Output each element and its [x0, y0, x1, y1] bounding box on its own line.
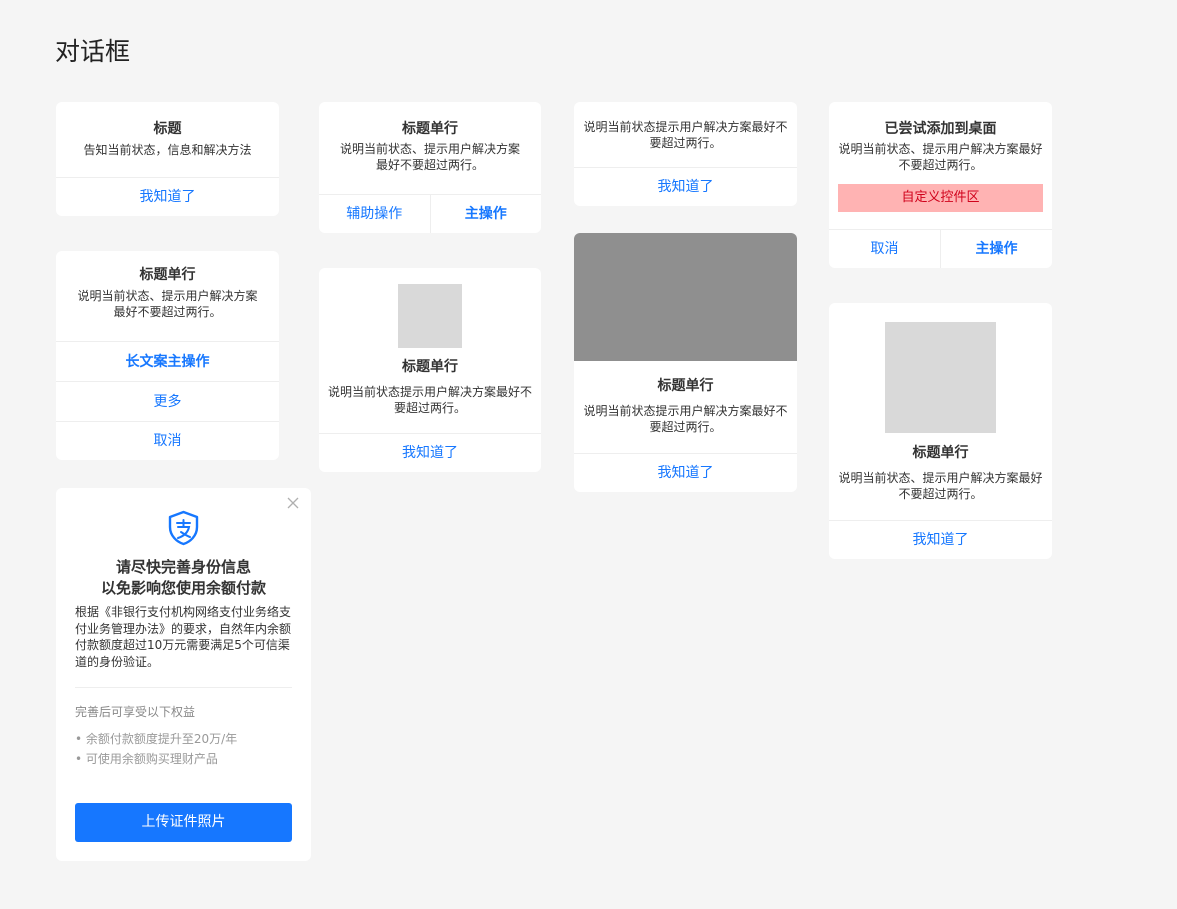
benefit-item: • 可使用余额购买理财产品	[75, 751, 218, 767]
dialog-title-line: 以免影响您使用余额付款	[100, 579, 266, 597]
dialog-description-line: 要超过两行。	[649, 420, 722, 434]
close-icon[interactable]	[285, 496, 301, 512]
acknowledge-button[interactable]: 我知道了	[574, 453, 797, 492]
dialog-description-line: 说明当前状态提示用户解决方案最好不	[583, 404, 788, 418]
page-title: 对话框	[55, 37, 131, 66]
dialog-description-line: 不要超过两行。	[898, 158, 983, 172]
image-placeholder	[398, 284, 462, 348]
benefits-title: 完善后可享受以下权益	[75, 705, 196, 719]
dialog-description-line: 最好不要超过两行。	[375, 158, 484, 172]
dialog-action-row: 取消 主操作	[829, 229, 1052, 268]
dialog-title: 标题单行	[402, 121, 458, 137]
body-line: 道的身份验证。	[75, 654, 160, 669]
dialog-action-row: 辅助操作 主操作	[319, 194, 541, 233]
body-line: 付款额度超过10万元需要满足5个可信渠	[75, 638, 290, 652]
dialog-with-banner-image: 标题单行 说明当前状态提示用户解决方案最好不 要超过两行。 我知道了	[574, 233, 797, 492]
dialog-title: 标题单行	[657, 378, 714, 394]
upload-id-photo-button[interactable]: 上传证件照片	[75, 803, 292, 842]
bullet-icon: •	[75, 732, 83, 746]
custom-control-area: 自定义控件区	[838, 184, 1043, 212]
banner-image	[574, 233, 797, 361]
dialog-description-line: 说明当前状态、提示用户解决方案最好	[838, 142, 1043, 156]
divider	[75, 687, 292, 688]
body-line: 付业务管理办法》的要求，自然年内余额	[75, 621, 292, 636]
benefit-text: 可使用余额购买理财产品	[85, 752, 218, 766]
dialog-no-title: 说明当前状态提示用户解决方案最好不 要超过两行。 我知道了	[574, 102, 797, 206]
dialog-description-line: 说明当前状态提示用户解决方案最好不	[583, 120, 788, 134]
dialog-identity-verification: 请尽快完善身份信息 以免影响您使用余额付款 根据《非银行支付机构网络支付业务络支…	[56, 488, 311, 861]
dialog-title: 标题	[153, 121, 182, 137]
dialog-description-line: 说明当前状态、提示用户解决方案	[77, 289, 258, 303]
benefit-item: • 余额付款额度提升至20万/年	[75, 731, 237, 747]
dialog-custom-control: 已尝试添加到桌面 说明当前状态、提示用户解决方案最好 不要超过两行。 自定义控件…	[829, 102, 1052, 268]
bullet-icon: •	[75, 752, 83, 766]
dialog-title: 已尝试添加到桌面	[884, 121, 997, 137]
primary-action-button[interactable]: 主操作	[429, 195, 542, 233]
dialog-description: 告知当前状态，信息和解决方法	[83, 143, 252, 157]
dialog-body: 根据《非银行支付机构网络支付业务络支 付业务管理办法》的要求，自然年内余额 付款…	[75, 604, 297, 670]
dialog-vertical-actions: 标题单行 说明当前状态、提示用户解决方案 最好不要超过两行。 长文案主操作 更多…	[56, 251, 279, 460]
dialog-with-image: 标题单行 说明当前状态提示用户解决方案最好不 要超过两行。 我知道了	[319, 268, 541, 472]
dialog-description-line: 要超过两行。	[649, 136, 722, 150]
dialog-description: 说明当前状态、提示用户解决方案最好 不要超过两行。	[829, 470, 1052, 502]
acknowledge-button[interactable]: 我知道了	[319, 433, 541, 472]
dialog-description-line: 不要超过两行。	[898, 487, 983, 501]
dialog-description-line: 说明当前状态提示用户解决方案最好不	[327, 385, 532, 399]
dialog-description-line: 说明当前状态、提示用户解决方案	[339, 142, 520, 156]
dialog-description: 说明当前状态提示用户解决方案最好不 要超过两行。	[574, 119, 797, 151]
image-placeholder	[885, 322, 996, 433]
acknowledge-button[interactable]: 我知道了	[829, 520, 1052, 559]
dialog-description-line: 要超过两行。	[393, 401, 466, 415]
cancel-button[interactable]: 取消	[829, 230, 940, 268]
dialog-description: 说明当前状态提示用户解决方案最好不 要超过两行。	[319, 384, 541, 416]
primary-long-button[interactable]: 长文案主操作	[56, 341, 279, 381]
dialog-title: 标题单行	[912, 445, 969, 461]
more-button[interactable]: 更多	[56, 381, 279, 421]
dialog-simple: 标题 告知当前状态，信息和解决方法 我知道了	[56, 102, 279, 216]
body-line: 根据《非银行支付机构网络支付业务络支	[75, 605, 292, 619]
alipay-shield-icon	[167, 510, 200, 546]
dialog-two-actions: 标题单行 说明当前状态、提示用户解决方案 最好不要超过两行。 辅助操作 主操作	[319, 102, 541, 233]
dialog-description-line: 说明当前状态、提示用户解决方案最好	[838, 471, 1043, 485]
acknowledge-button[interactable]: 我知道了	[56, 177, 279, 216]
dialog-title-line: 请尽快完善身份信息	[115, 558, 251, 576]
acknowledge-button[interactable]: 我知道了	[574, 167, 797, 206]
cancel-button[interactable]: 取消	[56, 421, 279, 460]
benefit-text: 余额付款额度提升至20万/年	[85, 732, 238, 746]
dialog-title: 标题单行	[402, 359, 458, 375]
primary-action-button[interactable]: 主操作	[940, 230, 1052, 268]
dialog-with-large-image: 标题单行 说明当前状态、提示用户解决方案最好 不要超过两行。 我知道了	[829, 303, 1052, 559]
dialog-title: 标题单行	[139, 267, 196, 283]
dialog-description: 说明当前状态提示用户解决方案最好不 要超过两行。	[574, 403, 797, 435]
dialog-description-line: 最好不要超过两行。	[113, 305, 222, 319]
secondary-action-button[interactable]: 辅助操作	[319, 195, 430, 233]
